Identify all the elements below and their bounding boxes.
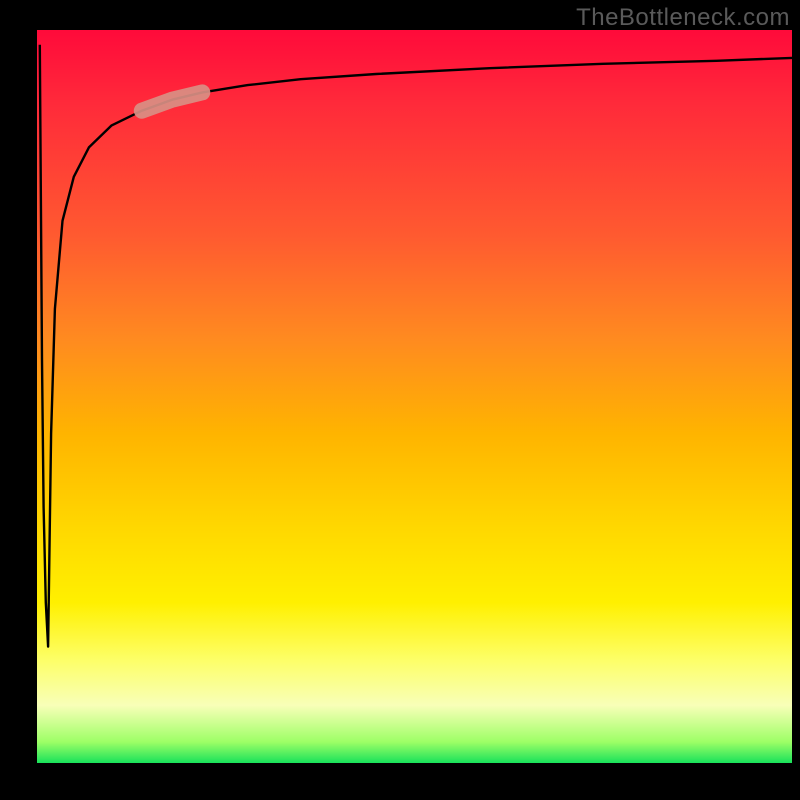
chart-canvas: TheBottleneck.com (0, 0, 800, 800)
watermark-text: TheBottleneck.com (576, 4, 790, 32)
plot-area (36, 30, 792, 764)
